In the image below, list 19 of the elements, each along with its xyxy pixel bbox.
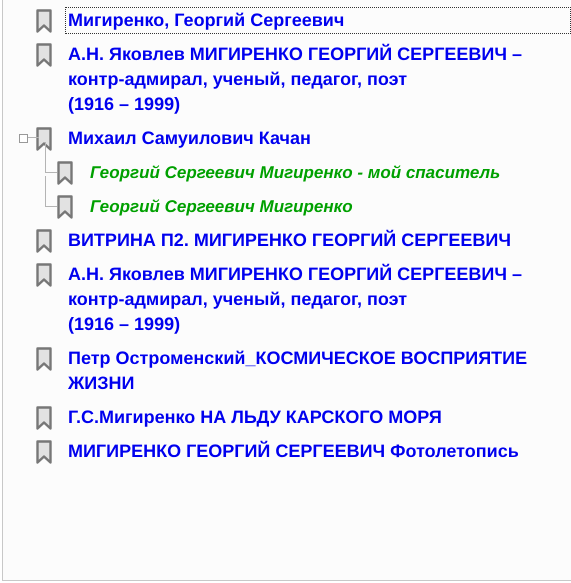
bookmark-icon	[57, 195, 73, 219]
bookmark-icon	[36, 127, 52, 151]
bookmark-icon	[36, 9, 52, 33]
bookmark-title[interactable]: А.Н. Яковлев МИГИРЕНКО ГЕОРГИЙ СЕРГЕЕВИЧ – контр-адмирал, ученый, педагог, поэт (1916 – 1999)	[65, 261, 571, 338]
bookmark-title[interactable]: Петр Остроменский_КОСМИЧЕСКОЕ ВОСПРИЯТИЕ ЖИЗНИ	[65, 345, 571, 397]
bookmark-title[interactable]: ВИТРИНА П2. МИГИРЕНКО ГЕОРГИЙ СЕРГЕЕВИЧ	[65, 227, 571, 254]
bookmark-icon	[36, 406, 52, 430]
bookmark-title[interactable]: Михаил Самуилович Качан	[65, 125, 571, 152]
bookmark-title[interactable]: А.Н. Яковлев МИГИРЕНКО ГЕОРГИЙ СЕРГЕЕВИЧ – контр-адмирал, ученый, педагог, поэт (1916 – 1999)	[65, 41, 571, 118]
bookmark-icon	[57, 161, 73, 185]
bookmark-icon	[36, 440, 52, 464]
bookmark-icon	[36, 43, 52, 67]
bookmark-title[interactable]: МИГИРЕНКО ГЕОРГИЙ СЕРГЕЕВИЧ Фотолетопись	[65, 438, 571, 465]
bookmark-icon	[36, 229, 52, 253]
collapse-toggle[interactable]	[19, 134, 28, 143]
bookmark-icon	[36, 347, 52, 371]
bookmark-title[interactable]: Г.С.Мигиренко НА ЛЬДУ КАРСКОГО МОРЯ	[65, 404, 571, 431]
bookmark-title[interactable]: Мигиренко, Георгий Сергеевич	[65, 7, 571, 34]
bookmark-icon	[36, 263, 52, 287]
